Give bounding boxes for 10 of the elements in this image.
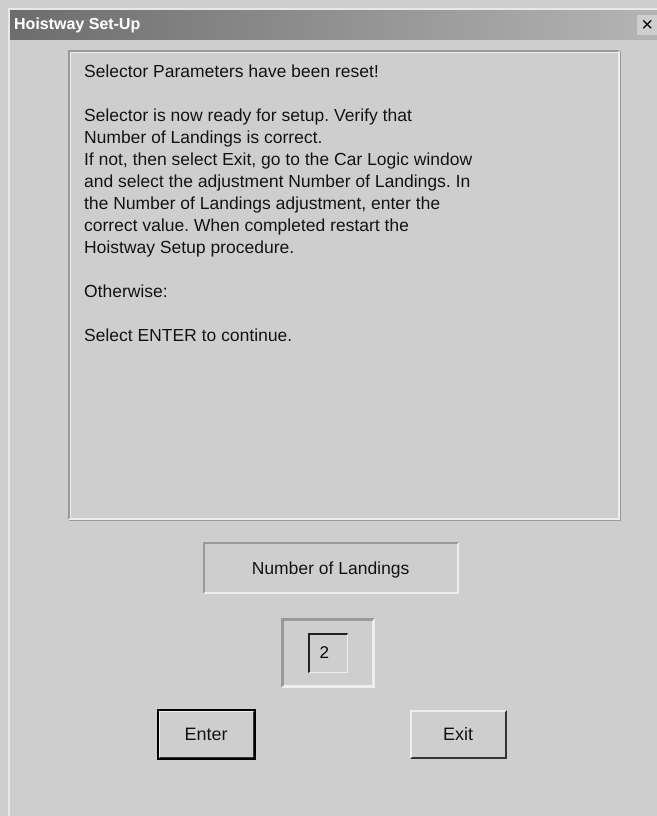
- message-text: Selector Parameters have been reset!: [84, 60, 380, 82]
- enter-button[interactable]: Enter: [158, 710, 254, 759]
- close-button[interactable]: ×: [637, 15, 657, 35]
- exit-button[interactable]: Exit: [410, 710, 506, 759]
- parameter-label: Number of Landings: [202, 542, 458, 594]
- message-text: Otherwise:: [84, 280, 169, 302]
- value-field: 2: [308, 633, 348, 673]
- message-text: Selector is now ready for setup. Verify that Number of Landings is correct. If not, then select Exit, go to the Car Logic window and select the adjustment Number of Landings. In the Number of Landings adjustment, enter the correct value. When completed restart the Hoistway Setup procedure.: [84, 104, 474, 258]
- window-title: Hoistway Set-Up: [14, 16, 140, 34]
- message-text: Select ENTER to continue.: [84, 324, 294, 346]
